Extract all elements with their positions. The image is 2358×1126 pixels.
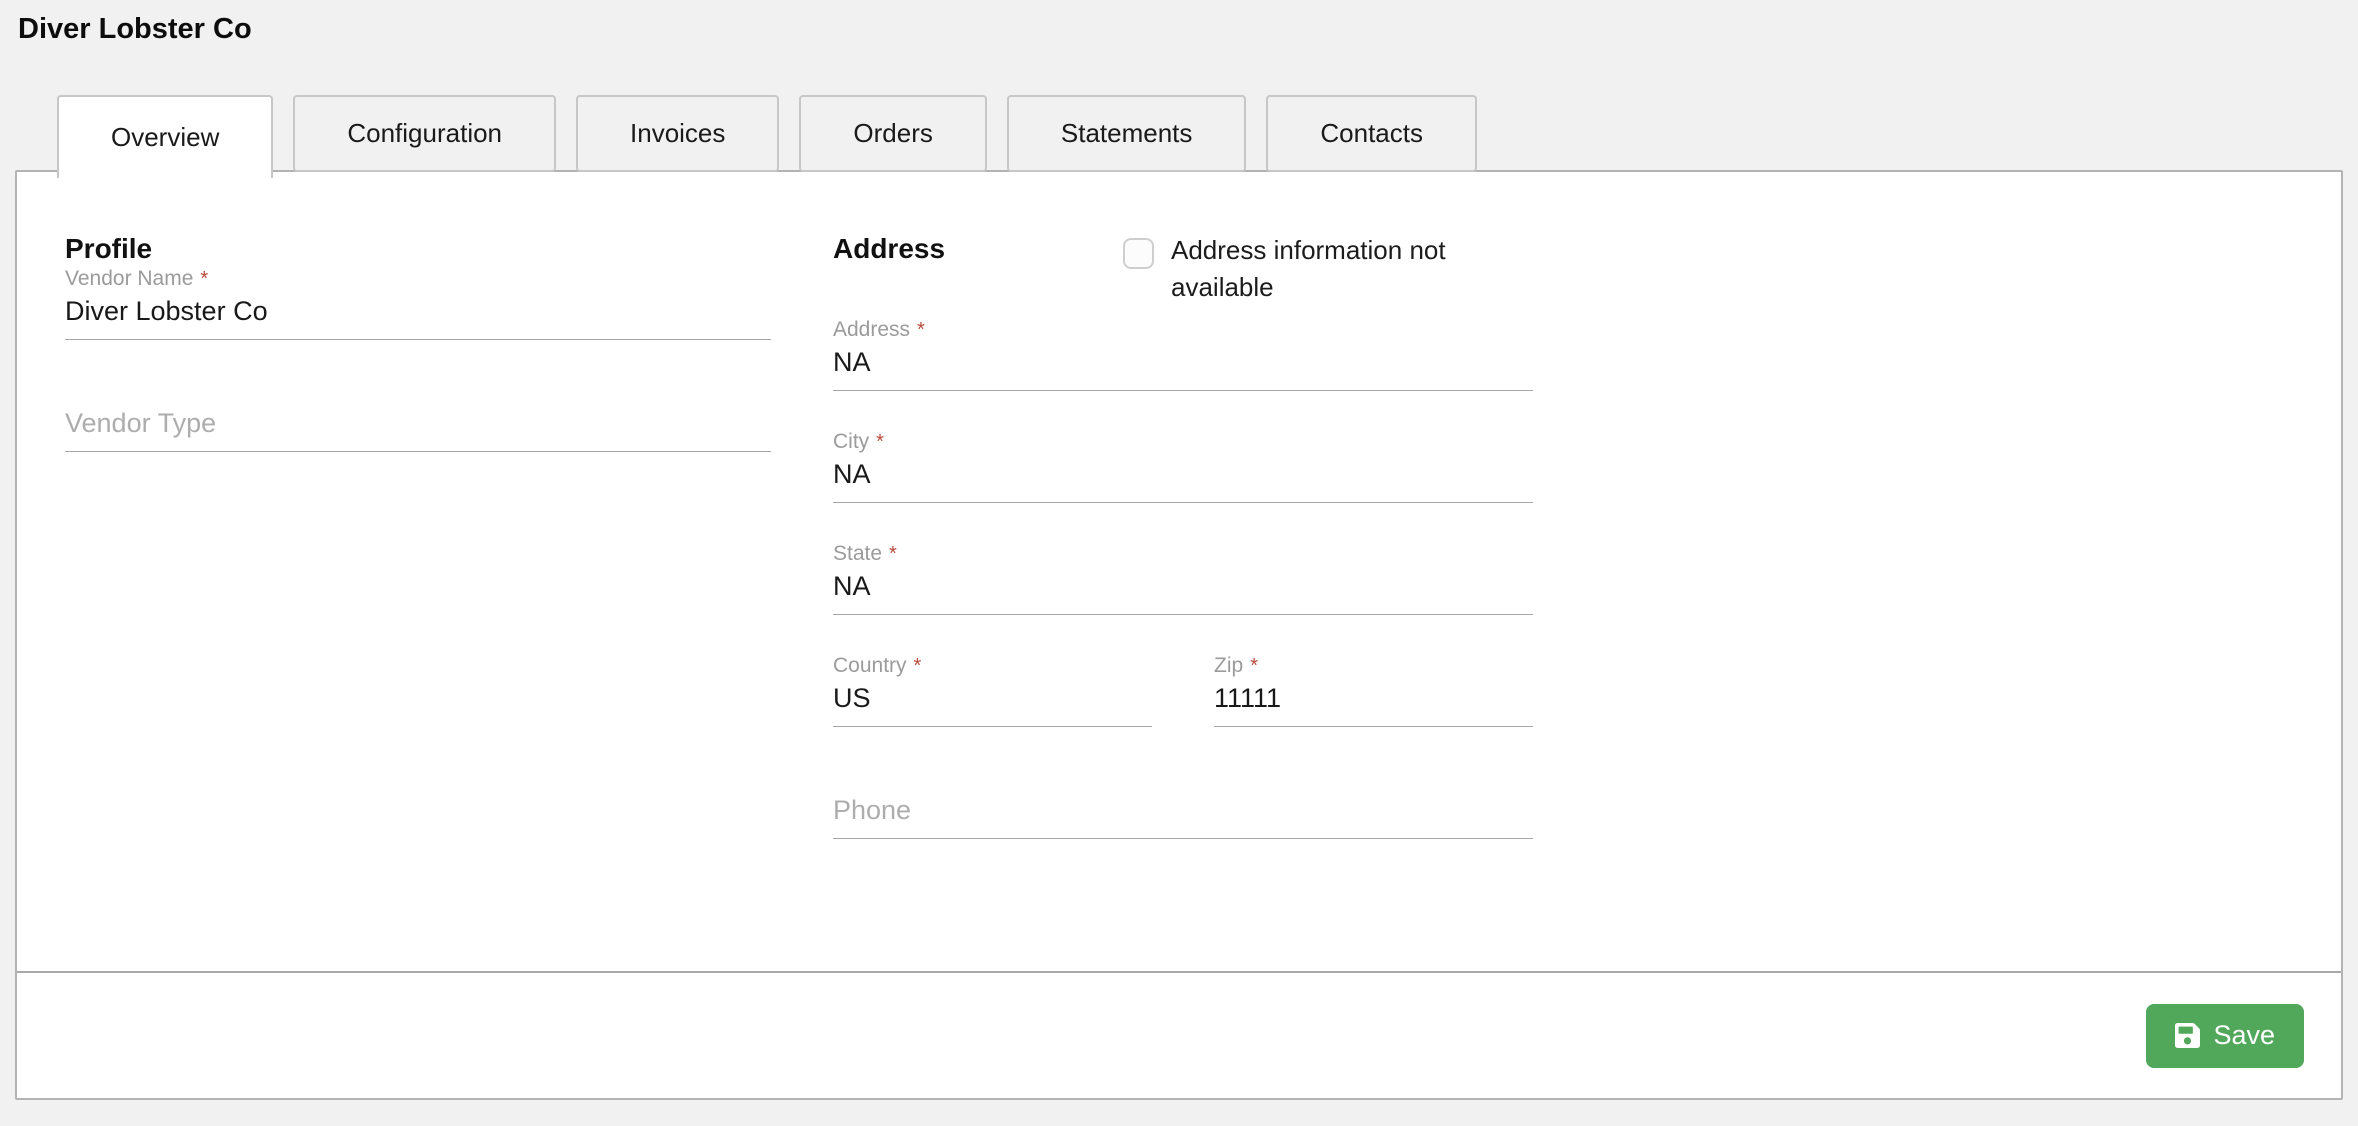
zip-label: Zip * (1214, 653, 1533, 679)
country-zip-row: Country * Zip * (833, 653, 1533, 765)
required-asterisk: * (1250, 655, 1258, 677)
tab-configuration[interactable]: Configuration (293, 95, 556, 172)
zip-field: Zip * (1214, 653, 1533, 727)
country-label-text: Country (833, 654, 907, 677)
required-asterisk: * (917, 319, 925, 341)
tab-contacts[interactable]: Contacts (1266, 95, 1477, 172)
state-field: State * (833, 541, 1533, 615)
address-label: Address * (833, 317, 1533, 343)
required-asterisk: * (889, 543, 897, 565)
city-input[interactable] (833, 455, 1533, 503)
profile-section: Profile Vendor Name * (65, 232, 771, 971)
vendor-name-field: Vendor Name * (65, 266, 771, 340)
country-field: Country * (833, 653, 1152, 727)
zip-label-text: Zip (1214, 654, 1243, 677)
tab-overview[interactable]: Overview (57, 95, 273, 178)
vendor-name-label: Vendor Name * (65, 266, 771, 292)
required-asterisk: * (914, 655, 922, 677)
save-button[interactable]: Save (2146, 1004, 2304, 1068)
vendor-name-label-text: Vendor Name (65, 267, 193, 290)
address-section: Address Address information not availabl… (833, 232, 1533, 971)
required-asterisk: * (876, 431, 884, 453)
address-header-row: Address Address information not availabl… (833, 232, 1533, 306)
tab-orders[interactable]: Orders (799, 95, 986, 172)
country-input[interactable] (833, 679, 1152, 727)
content-panel: Profile Vendor Name * Address Address inf… (15, 170, 2343, 1100)
city-field: City * (833, 429, 1533, 503)
address-label-text: Address (833, 318, 910, 341)
city-label: City * (833, 429, 1533, 455)
address-not-available-label[interactable]: Address information not available (1171, 232, 1483, 306)
tab-invoices[interactable]: Invoices (576, 95, 779, 172)
address-field: Address * (833, 317, 1533, 391)
vendor-name-input[interactable] (65, 292, 771, 340)
city-label-text: City (833, 430, 869, 453)
state-input[interactable] (833, 567, 1533, 615)
page-title: Diver Lobster Co (18, 10, 2358, 48)
state-label: State * (833, 541, 1533, 567)
country-label: Country * (833, 653, 1152, 679)
state-label-text: State (833, 542, 882, 565)
required-asterisk: * (200, 268, 208, 290)
address-heading: Address (833, 232, 1123, 266)
phone-field (833, 765, 1533, 839)
tab-statements[interactable]: Statements (1007, 95, 1247, 172)
save-icon (2175, 1021, 2200, 1050)
address-not-available-checkbox[interactable] (1123, 238, 1154, 269)
address-input[interactable] (833, 343, 1533, 391)
vendor-type-input[interactable] (65, 404, 771, 452)
overview-tab-content: Profile Vendor Name * Address Address inf… (17, 172, 2341, 971)
panel-footer: Save (17, 971, 2341, 1098)
save-button-label: Save (2213, 1020, 2275, 1051)
phone-input[interactable] (833, 791, 1533, 839)
tab-bar: Overview Configuration Invoices Orders S… (57, 95, 2358, 172)
zip-input[interactable] (1214, 679, 1533, 727)
profile-heading: Profile (65, 232, 771, 266)
vendor-type-field (65, 378, 771, 452)
